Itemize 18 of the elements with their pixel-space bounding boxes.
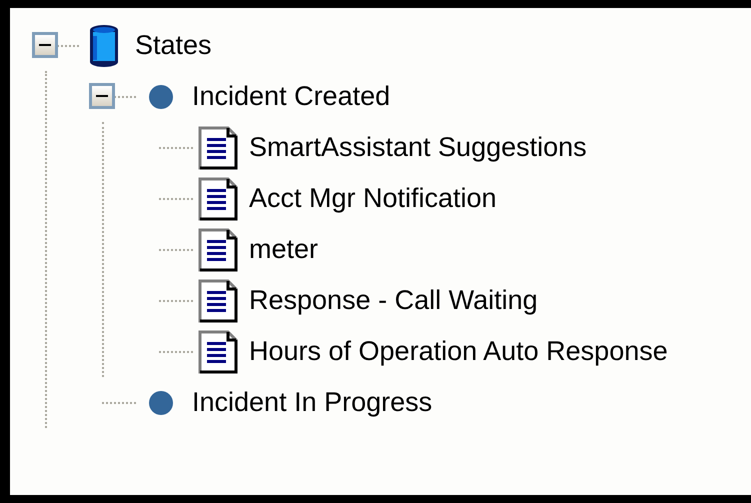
- database-icon: [89, 24, 119, 68]
- tree-item-label[interactable]: Response - Call Waiting: [249, 285, 538, 316]
- document-icon: [198, 330, 238, 374]
- document-icon: [198, 176, 238, 220]
- document-icon: [198, 126, 238, 170]
- tree-item-label[interactable]: Incident In Progress: [192, 387, 432, 418]
- tree-item-label[interactable]: meter: [249, 234, 318, 265]
- document-icon: [198, 228, 238, 272]
- tree-item-label[interactable]: Hours of Operation Auto Response: [249, 336, 668, 367]
- tree-item-label[interactable]: SmartAssistant Suggestions: [249, 132, 587, 163]
- tree-item-label[interactable]: Acct Mgr Notification: [249, 183, 497, 214]
- tree-item-label[interactable]: Incident Created: [192, 81, 390, 112]
- tree-item-label[interactable]: States: [135, 30, 212, 61]
- collapse-toggle[interactable]: [89, 83, 115, 109]
- dot-icon: [148, 390, 174, 416]
- document-icon: [198, 278, 238, 322]
- collapse-toggle[interactable]: [32, 32, 58, 58]
- dot-icon: [148, 84, 174, 110]
